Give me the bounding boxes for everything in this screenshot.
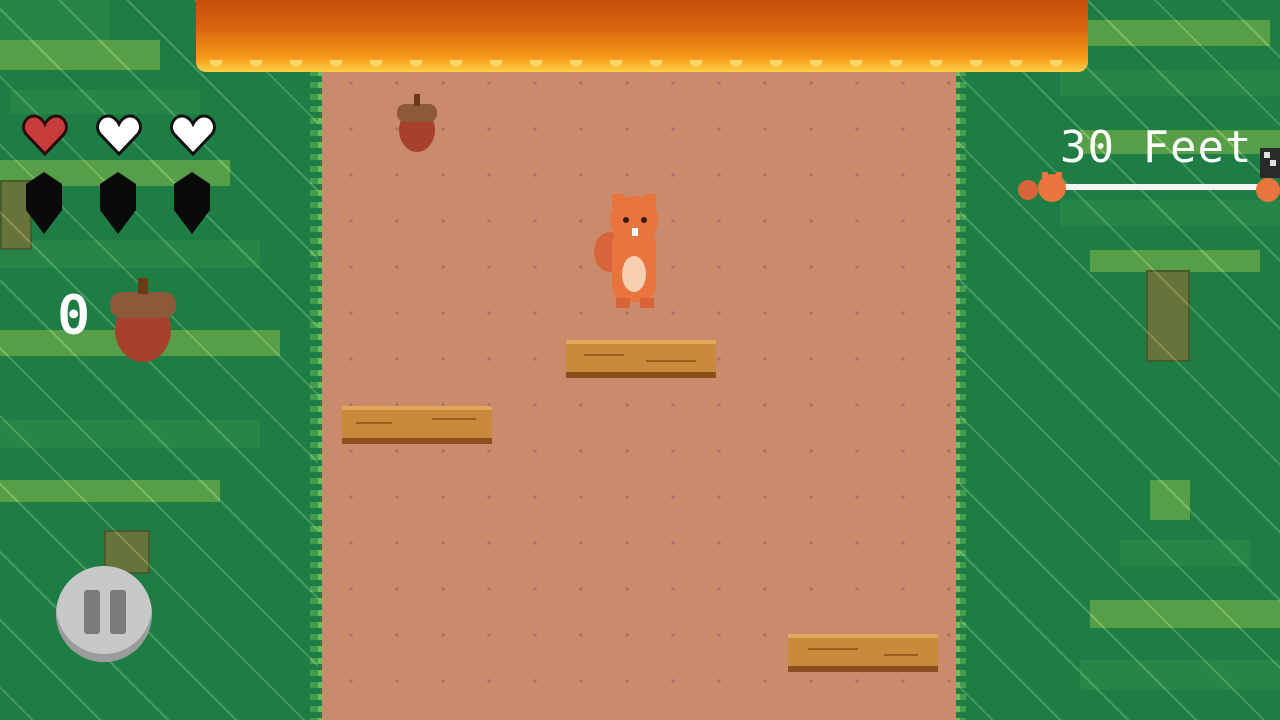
acorn-silhouette-icon — [26, 172, 62, 234]
acorn-pickup-icon — [397, 94, 437, 152]
heart-icon — [170, 114, 216, 156]
heart-icon — [96, 114, 142, 156]
squirrel-marker-icon — [1018, 172, 1066, 202]
grass-pattern-right — [960, 0, 1280, 720]
log-platform — [342, 406, 492, 444]
acorn-count: 0 — [57, 285, 90, 347]
lava-edge — [196, 60, 1088, 74]
distance-label: 30 Feet — [1060, 122, 1253, 173]
pause-button[interactable] — [56, 566, 152, 662]
log-platform — [788, 634, 938, 672]
squirrel-player — [594, 194, 658, 308]
log-platform — [566, 340, 716, 378]
acorn-counter-icon — [110, 278, 176, 362]
acorn-silhouette-icon — [100, 172, 136, 234]
acorn-silhouette-icon — [174, 172, 210, 234]
goal-marker-icon — [1256, 148, 1280, 202]
progress-bar — [1058, 184, 1264, 190]
heart-icon — [22, 114, 68, 156]
